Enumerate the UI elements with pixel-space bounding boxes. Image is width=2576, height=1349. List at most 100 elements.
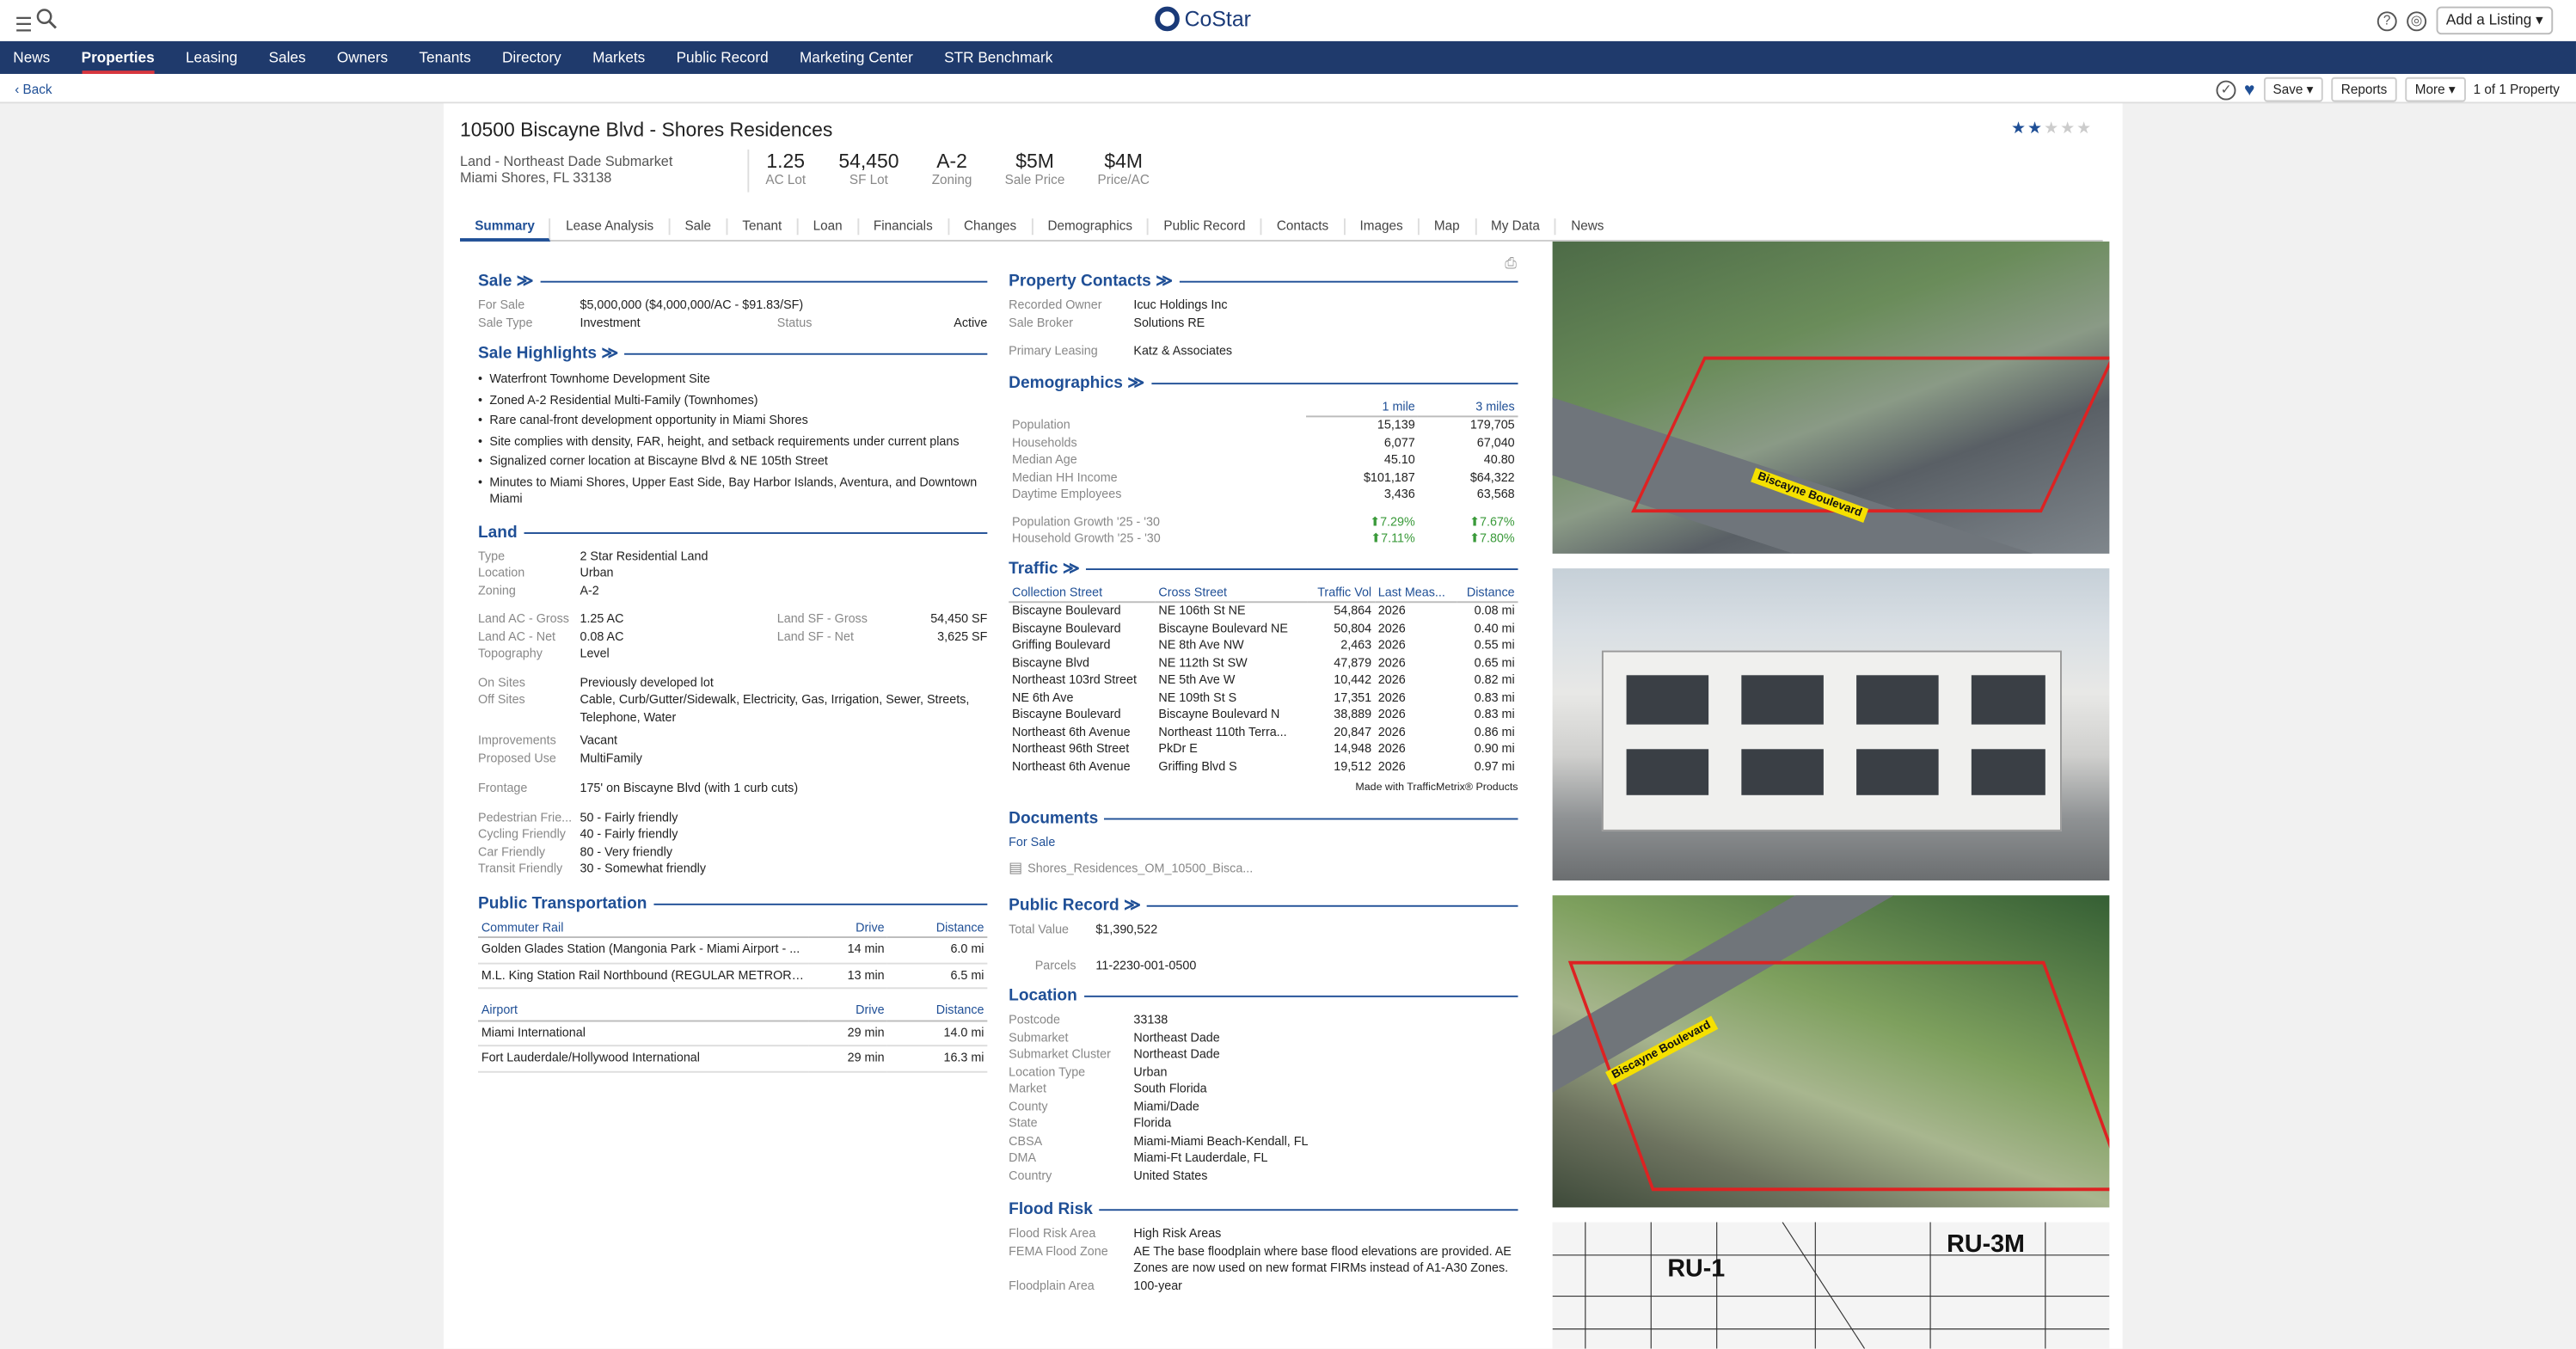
- tab-tenant[interactable]: Tenant: [727, 218, 799, 236]
- nav-sales[interactable]: Sales: [269, 41, 306, 74]
- back-link[interactable]: ‹ Back: [15, 83, 52, 97]
- list-item: Waterfront Townhome Development Site: [478, 370, 987, 390]
- tab-summary[interactable]: Summary: [459, 218, 551, 242]
- add-listing-button[interactable]: Add a Listing ▾: [2436, 6, 2554, 35]
- table-row: Households 6,077 67,040: [1011, 434, 1515, 450]
- tab-my-data[interactable]: My Data: [1476, 218, 1557, 236]
- star-empty-icon: ★★★: [2044, 120, 2094, 138]
- search-icon[interactable]: [36, 9, 58, 30]
- table-row: M.L. King Station Rail Northbound (REGUL…: [478, 962, 988, 990]
- top-bar: ☰ CoStar ? ◎ Add a Listing ▾: [0, 0, 2576, 41]
- table-row: Northeast 6th Avenue Griffing Blvd S 19,51…: [1011, 757, 1515, 773]
- nav-properties[interactable]: Properties: [81, 41, 155, 74]
- list-item: Zoned A-2 Residential Multi-Family (Town…: [478, 390, 987, 411]
- public-record-title[interactable]: Public Record ≫: [1009, 897, 1518, 915]
- menu-icon[interactable]: ☰: [15, 13, 33, 36]
- table-row: Miami International 29 min 14.0 mi: [478, 1020, 988, 1047]
- tab-news[interactable]: News: [1556, 218, 1619, 235]
- nav-directory[interactable]: Directory: [502, 41, 561, 74]
- nav-tenants[interactable]: Tenants: [419, 41, 470, 74]
- parcel-outline: [1631, 356, 2110, 513]
- tab-images[interactable]: Images: [1345, 218, 1420, 236]
- rendering-photo[interactable]: [1552, 568, 2110, 881]
- nav-owners[interactable]: Owners: [337, 41, 388, 74]
- nav-public-record[interactable]: Public Record: [677, 41, 769, 74]
- commuter-rail-table: Commuter Rail Drive Distance Golden Glades…: [478, 919, 988, 990]
- table-row: Northeast 6th Avenue Northeast 110th Terr…: [1011, 723, 1515, 739]
- table-row: Population Growth '25 - '30 ⬆7.29% ⬆7.67%: [1011, 513, 1515, 529]
- star-rating: ★★★★★: [2011, 120, 2093, 138]
- list-item: Minutes to Miami Shores, Upper East Side…: [478, 474, 987, 506]
- favorite-heart-icon[interactable]: ♥: [2244, 80, 2254, 100]
- table-row: Biscayne Boulevard Biscayne Boulevard N 38…: [1011, 706, 1515, 721]
- airport-table: Airport Drive Distance Miami International…: [478, 1002, 988, 1072]
- documents-title: Documents: [1009, 810, 1518, 828]
- metric-zoning: A-2 Zoning: [931, 149, 972, 187]
- table-row: Griffing Boulevard NE 8th Ave NW 2,463 2026…: [1011, 637, 1515, 653]
- nav-news[interactable]: News: [13, 41, 50, 74]
- more-button[interactable]: More ▾: [2405, 77, 2466, 102]
- demographics-title[interactable]: Demographics ≫: [1009, 374, 1518, 392]
- zoning-map[interactable]: RU-1 RU-3M: [1552, 1222, 2110, 1349]
- tab-demographics[interactable]: Demographics: [1033, 218, 1150, 236]
- table-row: Household Growth '25 - '30 ⬆7.11% ⬆7.80%: [1011, 530, 1515, 546]
- nav-str-benchmark[interactable]: STR Benchmark: [944, 41, 1052, 74]
- tab-map[interactable]: Map: [1420, 218, 1476, 236]
- key-metrics: 1.25 AC Lot 54,450 SF Lot A-2 Zoning $5M Sal…: [747, 149, 1166, 193]
- table-row: Population 15,139 179,705: [1011, 416, 1515, 432]
- metric-ac-lot: 1.25 AC Lot: [765, 149, 807, 187]
- list-item: Rare canal-front development opportunity…: [478, 411, 987, 432]
- globe-icon[interactable]: ◎: [2407, 10, 2426, 31]
- tab-sale[interactable]: Sale: [670, 218, 728, 236]
- table-row: NE 6th Ave NE 109th St S 17,351 2026 0.83 mi: [1011, 689, 1515, 704]
- sale-price-value: $5,000,000 ($4,000,000/AC - $91.83/SF): [580, 297, 804, 313]
- tab-financials[interactable]: Financials: [859, 218, 949, 236]
- table-row: Northeast 103rd Street NE 5th Ave W 10,442…: [1011, 671, 1515, 687]
- traffic-table: Collection Street Cross Street Traffic Vol…: [1009, 584, 1518, 776]
- table-row: Biscayne Boulevard NE 106th St NE 54,864 20…: [1011, 603, 1515, 618]
- location-title: Location: [1009, 987, 1518, 1005]
- save-button[interactable]: Save ▾: [2263, 77, 2323, 102]
- parcel-outline: [1567, 960, 2110, 1192]
- tab-contacts[interactable]: Contacts: [1262, 218, 1346, 236]
- table-row: Biscayne Blvd NE 112th St SW 47,879 2026 0.6…: [1011, 654, 1515, 670]
- tab-changes[interactable]: Changes: [949, 218, 1033, 236]
- reports-button[interactable]: Reports: [2331, 77, 2397, 102]
- metric-sf-lot: 54,450 SF Lot: [838, 149, 899, 187]
- left-column: Sale ≫ For Sale $5,000,000 ($4,000,000/AC…: [478, 273, 988, 1072]
- sale-status-value: Active: [954, 314, 988, 330]
- table-row: Fort Lauderdale/Hollywood International 2…: [478, 1045, 988, 1072]
- property-contacts-title[interactable]: Property Contacts ≫: [1009, 273, 1518, 291]
- tab-lease-analysis[interactable]: Lease Analysis: [551, 218, 671, 236]
- table-row: Northeast 96th Street PkDr E 14,948 2026 0.9…: [1011, 740, 1515, 756]
- aerial-photo-2[interactable]: Biscayne Boulevard: [1552, 895, 2110, 1208]
- help-icon[interactable]: ?: [2377, 10, 2397, 31]
- nav-leasing[interactable]: Leasing: [186, 41, 237, 74]
- traffic-note: Made with TrafficMetrix® Products: [1355, 782, 1518, 794]
- metric-price-ac: $4M Price/AC: [1097, 149, 1150, 187]
- list-item: Site complies with density, FAR, height,…: [478, 432, 987, 452]
- metric-sale-price: $5M Sale Price: [1004, 149, 1065, 187]
- traffic-title[interactable]: Traffic ≫: [1009, 560, 1518, 578]
- nav-marketing-center[interactable]: Marketing Center: [800, 41, 913, 74]
- tab-public-record[interactable]: Public Record: [1149, 218, 1262, 236]
- table-row: Daytime Employees 3,436 63,568: [1011, 486, 1515, 501]
- tab-loan[interactable]: Loan: [798, 218, 859, 236]
- flood-risk-title: Flood Risk: [1009, 1201, 1518, 1219]
- check-icon[interactable]: ✓: [2216, 79, 2236, 100]
- sub-toolbar: ‹ Back ✓ ♥ Save ▾ Reports More ▾ 1 of 1 …: [0, 73, 2576, 104]
- logo-mark-icon: [1155, 6, 1180, 32]
- sale-highlights-title[interactable]: Sale Highlights ≫: [478, 345, 987, 363]
- costar-logo[interactable]: CoStar: [1155, 6, 1251, 32]
- aerial-photo-1[interactable]: Biscayne Boulevard: [1552, 241, 2110, 554]
- print-icon[interactable]: ⎙: [1505, 254, 1517, 273]
- nav-markets[interactable]: Markets: [592, 41, 645, 74]
- table-row: Biscayne Boulevard Biscayne Boulevard NE 5…: [1011, 620, 1515, 635]
- property-subtitle: Land - Northeast Dade Submarket Miami Sho…: [459, 152, 673, 186]
- middle-column: Property Contacts ≫ Recorded Owner Icuc H…: [1009, 273, 1518, 1292]
- public-transportation-title: Public Transportation: [478, 894, 987, 912]
- zoning-map-lines: [1552, 1222, 2110, 1349]
- sale-section-title[interactable]: Sale ≫: [478, 273, 987, 291]
- demographics-table: 1 mile 3 miles Population 15,139 179,705 Ho…: [1009, 398, 1518, 548]
- document-file-link[interactable]: ▤ Shores_Residences_OM_10500_Bisca...: [1009, 859, 1518, 877]
